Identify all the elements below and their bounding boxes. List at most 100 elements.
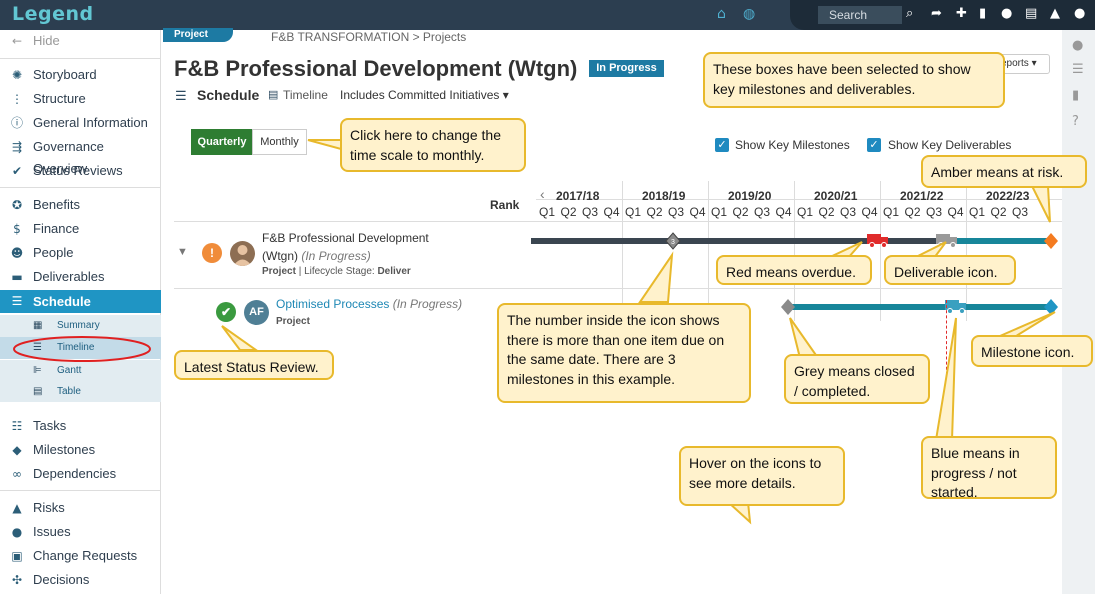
decisions-icon: ✣ — [11, 573, 23, 587]
benefits-icon: ✪ — [11, 198, 23, 212]
chat-icon[interactable]: ● — [1001, 6, 1012, 21]
tasks-icon: ☷ — [11, 419, 23, 433]
table-icon: ▤ — [33, 386, 43, 397]
quarter-label: Q2 — [990, 205, 1007, 219]
expand-toggle-icon[interactable]: ▼ — [177, 246, 188, 258]
bookmark-icon[interactable]: ▮ — [979, 6, 986, 21]
info-icon: ⓘ — [10, 116, 23, 130]
plus-icon[interactable]: ✚ — [956, 6, 967, 21]
deliverable-blue-icon[interactable] — [944, 298, 968, 314]
avatar[interactable] — [230, 241, 255, 266]
quarter-label: Q2 — [560, 205, 577, 219]
sidebar: ← Hide ✺ Storyboard ⋮ Structure ⓘ General In… — [0, 30, 161, 594]
sidebar-item-milestones[interactable]: ◆ Milestones — [0, 439, 161, 461]
globe-icon[interactable]: ◍ — [743, 6, 755, 22]
milestone-grey-icon[interactable] — [780, 298, 796, 316]
show-milestones-label: Show Key Milestones — [735, 138, 850, 152]
quarter-label: Q3 — [926, 205, 943, 219]
sidebar-item-people[interactable]: ☻ People — [0, 242, 161, 264]
change-icon: ▣ — [11, 549, 23, 563]
row-title[interactable]: F&B Professional Development — [262, 231, 429, 245]
quarter-label: Q2 — [646, 205, 663, 219]
quarter-label: Q1 — [797, 205, 814, 219]
year-label: 2022/23 — [986, 189, 1030, 203]
sidebar-item-decisions[interactable]: ✣ Decisions — [0, 569, 161, 591]
show-deliverables-checkbox[interactable]: ✓ — [867, 138, 881, 152]
app-logo[interactable]: Legend — [12, 3, 94, 25]
callout-milestone: Milestone icon. — [971, 335, 1093, 367]
sidebar-item-deliverables[interactable]: ▬ Deliverables — [0, 266, 161, 288]
avatar[interactable]: AF — [244, 300, 269, 325]
sidebar-item-tasks[interactable]: ☷ Tasks — [0, 415, 161, 437]
document-icon[interactable]: ▤ — [1025, 6, 1037, 21]
show-milestones-checkbox[interactable]: ✓ — [715, 138, 729, 152]
search-input[interactable] — [818, 6, 902, 24]
quarter-label: Q4 — [775, 205, 792, 219]
project-tag: Project — [163, 28, 233, 42]
status-review-amber-icon[interactable]: ! — [202, 243, 222, 263]
sidebar-item-status-reviews[interactable]: ✔ Status Reviews — [0, 160, 161, 182]
year-label: 2017/18 — [556, 189, 600, 203]
timeline-bar-dark[interactable] — [531, 238, 868, 244]
status-badge: In Progress — [589, 60, 664, 77]
monthly-button[interactable]: Monthly — [252, 129, 307, 155]
timeline-bar-blue[interactable] — [789, 304, 1049, 310]
year-grid-line — [622, 181, 623, 321]
quarterly-button[interactable]: Quarterly — [191, 129, 253, 155]
breadcrumb[interactable]: F&B TRANSFORMATION > Projects — [271, 30, 466, 44]
quarter-label: Q2 — [904, 205, 921, 219]
deliverable-red-icon[interactable] — [866, 232, 890, 248]
milestone-amber-icon[interactable] — [1043, 232, 1059, 250]
schedule-icon: ☰ — [11, 294, 23, 308]
sidebar-item-change-requests[interactable]: ▣ Change Requests — [0, 545, 161, 567]
callout-deliverable: Deliverable icon. — [884, 255, 1016, 285]
help-icon[interactable]: ? — [1072, 114, 1079, 129]
callout-hover: Hover on the icons to see more details. — [679, 446, 845, 506]
callout-amber: Amber means at risk. — [921, 155, 1087, 188]
timeline-tab[interactable]: Timeline — [283, 88, 328, 102]
lock-icon[interactable]: ▮ — [1072, 88, 1079, 103]
list-icon[interactable]: ☰ — [1072, 62, 1084, 77]
callout-selected-boxes: These boxes have been selected to show k… — [703, 52, 1005, 108]
includes-dropdown[interactable]: Includes Committed Initiatives ▾ — [340, 88, 509, 102]
sidebar-sub-table[interactable]: ▤ Table — [0, 382, 161, 402]
user-icon[interactable]: ● — [1074, 6, 1085, 21]
search-icon[interactable]: ⌕ — [906, 6, 913, 21]
year-label: 2020/21 — [814, 189, 858, 203]
share-icon[interactable]: ➦ — [931, 6, 942, 21]
storyboard-icon: ✺ — [11, 68, 23, 82]
row-title[interactable]: Optimised Processes (In Progress) — [276, 297, 462, 311]
status-review-green-icon[interactable]: ✔ — [216, 302, 236, 322]
sidebar-item-issues[interactable]: ● Issues — [0, 521, 161, 543]
quarter-label: Q2 — [818, 205, 835, 219]
quarter-label: Q3 — [1012, 205, 1029, 219]
milestone-grey-icon[interactable]: 3 — [665, 232, 681, 250]
quarter-label: Q4 — [603, 205, 620, 219]
sidebar-item-dependencies[interactable]: ∞ Dependencies — [0, 463, 161, 485]
quarter-label: Q2 — [732, 205, 749, 219]
row-title-line2[interactable]: (Wtgn) (In Progress) — [262, 249, 371, 263]
row-meta: Project — [276, 316, 310, 327]
quarter-label: Q1 — [539, 205, 556, 219]
home-icon[interactable]: ⌂ — [717, 6, 726, 22]
sidebar-item-storyboard[interactable]: ✺ Storyboard — [0, 64, 161, 86]
sidebar-item-structure[interactable]: ⋮ Structure — [0, 88, 161, 110]
sidebar-item-governance-overview[interactable]: ⇶ Governance Overview — [0, 136, 161, 176]
timeline-icon: ▤ — [268, 89, 279, 101]
sidebar-item-finance[interactable]: $ Finance — [0, 218, 161, 240]
bell-icon[interactable]: ▲ — [1050, 6, 1060, 21]
page-title: F&B Professional Development (Wtgn) — [174, 56, 578, 81]
milestone-blue-icon[interactable] — [1043, 298, 1059, 316]
sidebar-item-benefits[interactable]: ✪ Benefits — [0, 194, 161, 216]
row-divider — [174, 288, 1062, 289]
sidebar-item-schedule[interactable]: ☰ Schedule — [0, 290, 161, 313]
governance-icon: ⇶ — [11, 140, 23, 154]
quarter-label: Q1 — [625, 205, 642, 219]
sidebar-hide[interactable]: ← Hide — [0, 30, 161, 52]
comment-icon[interactable]: ● — [1072, 38, 1083, 53]
timeline-bar-blue[interactable] — [947, 238, 1047, 244]
sidebar-item-risks[interactable]: ▲ Risks — [0, 497, 161, 519]
rank-header: Rank — [490, 198, 520, 212]
sidebar-item-general-information[interactable]: ⓘ General Information — [0, 112, 161, 134]
deliverable-grey-icon[interactable] — [935, 232, 959, 248]
